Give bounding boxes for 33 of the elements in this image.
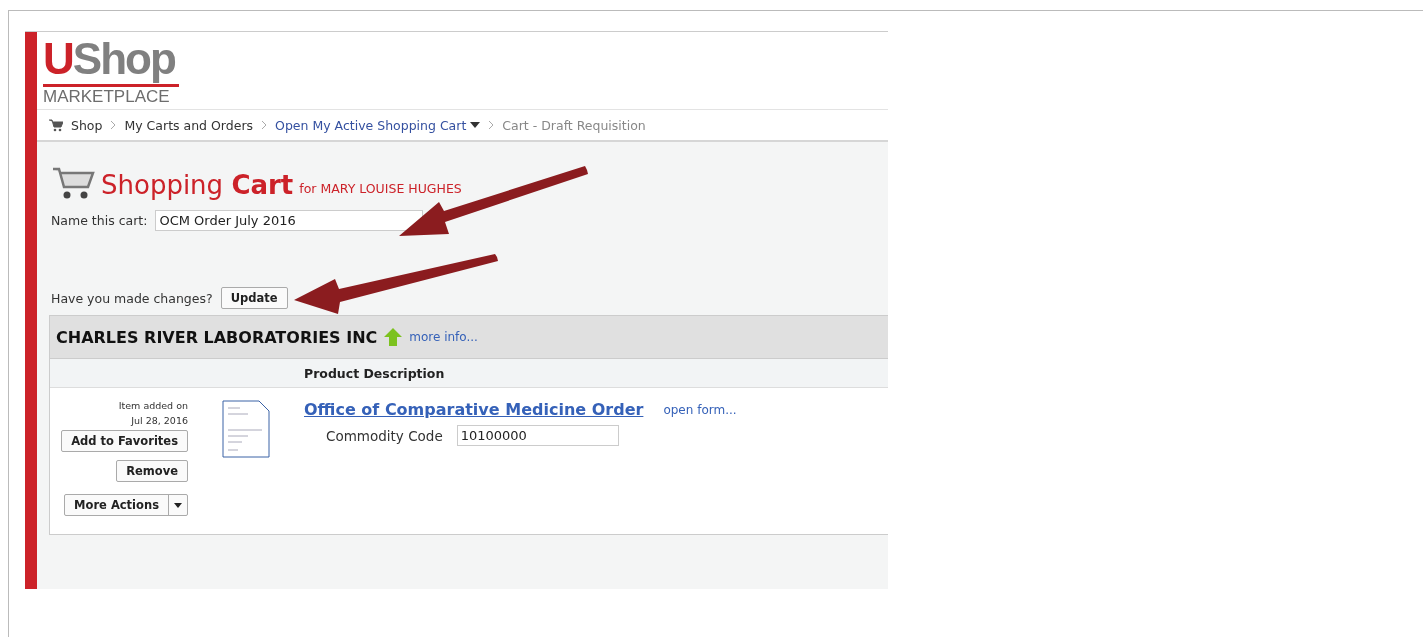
up-arrow-icon — [383, 327, 404, 347]
chevron-icon — [110, 120, 117, 130]
more-actions-button[interactable]: More Actions — [65, 495, 168, 515]
more-info-link[interactable]: more info... — [409, 330, 478, 344]
supplier-name: CHARLES RIVER LABORATORIES INC — [56, 327, 378, 347]
item-action-button[interactable]: Remove — [116, 460, 188, 482]
breadcrumb-current: Cart - Draft Requisition — [502, 117, 646, 133]
item-action-button[interactable]: Add to Favorites — [61, 430, 188, 452]
open-form-link[interactable]: open form... — [663, 402, 737, 417]
item-added-label: Item added on — [118, 400, 188, 411]
update-button[interactable]: Update — [220, 287, 288, 309]
product-title-link[interactable]: Office of Comparative Medicine Order — [304, 400, 644, 419]
commodity-code-field[interactable]: 10100000 — [456, 425, 619, 446]
shopping-cart-icon — [51, 166, 95, 200]
field-label: Name this cart: — [51, 213, 148, 228]
cart-icon — [49, 118, 63, 132]
page-title: Shopping Cart — [101, 170, 294, 200]
chevron-icon — [261, 120, 268, 130]
ushop-logo: UShop MARKETPLACE — [43, 34, 179, 107]
more-actions-split-button[interactable]: More Actions — [64, 494, 188, 516]
cart-name-field[interactable]: OCM Order July 2016 — [155, 210, 424, 231]
caret-icon — [174, 502, 182, 508]
document-icon — [222, 400, 270, 458]
caret-icon — [470, 122, 481, 128]
item-added-date: Jul 28, 2016 — [131, 415, 188, 426]
breadcrumb-link[interactable]: Shop — [71, 117, 103, 133]
changes-prompt: Have you made changes? — [51, 290, 213, 306]
field-label: Commodity Code — [326, 427, 443, 444]
breadcrumb-link[interactable]: My Carts and Orders — [124, 117, 254, 133]
breadcrumb-link[interactable]: Open My Active Shopping Cart — [275, 117, 481, 133]
column-header: Product Description — [304, 365, 445, 381]
cart-owner: for MARY LOUISE HUGHES — [299, 181, 462, 196]
chevron-icon — [488, 120, 495, 130]
